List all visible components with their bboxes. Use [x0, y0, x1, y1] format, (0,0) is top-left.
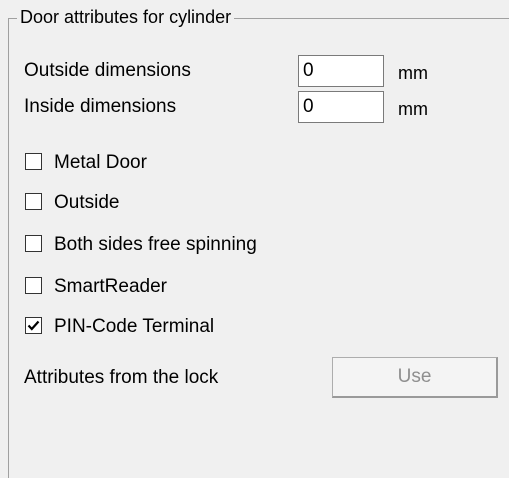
inside-dimensions-input[interactable]: 0	[298, 91, 384, 123]
check-mark-icon	[27, 320, 40, 331]
group-title: Door attributes for cylinder	[17, 6, 235, 28]
both-sides-free-spinning-label: Both sides free spinning	[54, 234, 257, 255]
outside-checkbox[interactable]	[25, 193, 42, 210]
inside-dimensions-unit: mm	[398, 99, 428, 119]
outside-dimensions-unit: mm	[398, 63, 428, 83]
smartreader-checkbox[interactable]	[25, 277, 42, 294]
pin-code-terminal-checkbox[interactable]	[25, 317, 42, 334]
attributes-from-lock-label: Attributes from the lock	[24, 367, 219, 388]
outside-dimensions-input[interactable]: 0	[298, 55, 384, 87]
outside-dimensions-label: Outside dimensions	[24, 60, 191, 81]
metal-door-checkbox[interactable]	[25, 153, 42, 170]
smartreader-label: SmartReader	[54, 276, 167, 297]
both-sides-free-spinning-checkbox[interactable]	[25, 235, 42, 252]
outside-label: Outside	[54, 192, 120, 213]
metal-door-label: Metal Door	[54, 152, 147, 173]
inside-dimensions-label: Inside dimensions	[24, 96, 177, 117]
pin-code-terminal-label: PIN-Code Terminal	[54, 316, 215, 337]
use-button[interactable]: Use	[332, 357, 498, 398]
